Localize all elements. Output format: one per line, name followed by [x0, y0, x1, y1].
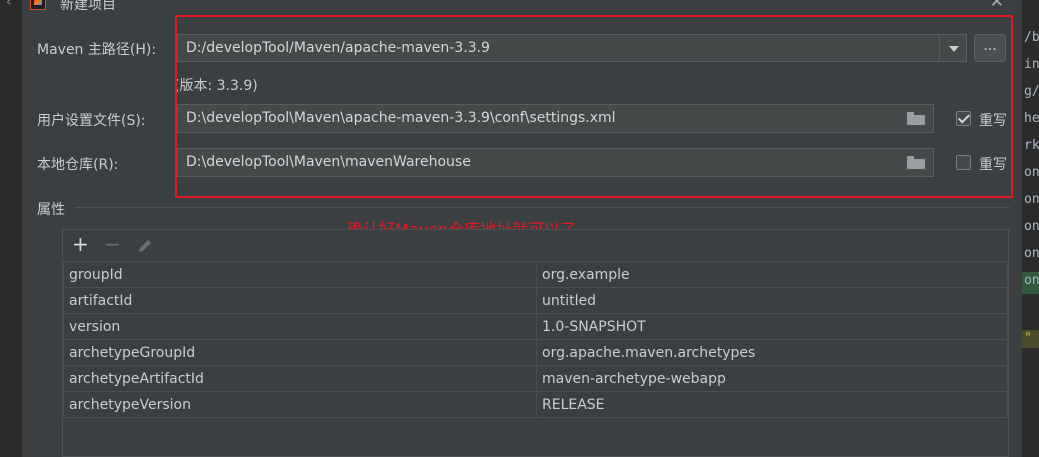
- property-key[interactable]: archetypeVersion: [63, 391, 537, 418]
- table-row[interactable]: archetypeArtifactId maven-archetype-webap…: [63, 365, 1008, 392]
- red-highlight-box: [175, 15, 1013, 198]
- settings-file-label: 用户设置文件(S):: [37, 113, 146, 129]
- properties-panel: + − groupId org.example artifactId untitled…: [62, 229, 1009, 457]
- code-fragment: on: [1024, 165, 1039, 180]
- property-key[interactable]: groupId: [63, 261, 537, 288]
- title-bar: 新建项目 ✕: [22, 0, 1022, 13]
- table-row[interactable]: archetypeVersion RELEASE: [63, 391, 1008, 418]
- intellij-app-icon: [30, 0, 46, 10]
- remove-icon[interactable]: −: [104, 232, 121, 256]
- code-fragment: on: [1024, 246, 1039, 261]
- properties-section-label: 属性: [37, 202, 65, 218]
- local-repo-label: 本地仓库(R):: [37, 157, 119, 173]
- code-fragment: in: [1024, 57, 1039, 72]
- background-editor: /b in g/he rk on on on on on ": [1022, 0, 1039, 457]
- code-fragment: /b: [1024, 30, 1039, 45]
- table-row[interactable]: artifactId untitled: [63, 287, 1008, 314]
- code-fragment: on: [1024, 273, 1039, 288]
- property-value[interactable]: untitled: [536, 287, 1008, 314]
- property-value[interactable]: RELEASE: [536, 391, 1008, 418]
- properties-table: groupId org.example artifactId untitled vers…: [63, 261, 1008, 418]
- property-key[interactable]: archetypeGroupId: [63, 339, 537, 366]
- code-fragment: ": [1024, 331, 1032, 346]
- code-fragment: rk: [1024, 138, 1039, 153]
- code-fragment: he: [1024, 111, 1039, 126]
- code-fragment: g/: [1024, 84, 1039, 99]
- maven-home-label: Maven 主路径(H):: [37, 42, 157, 58]
- code-fragment: on: [1024, 219, 1039, 234]
- add-icon[interactable]: +: [72, 232, 89, 256]
- section-divider: [75, 207, 1010, 208]
- property-value[interactable]: org.apache.maven.archetypes: [536, 339, 1008, 366]
- table-row[interactable]: groupId org.example: [63, 261, 1008, 288]
- property-key[interactable]: archetypeArtifactId: [63, 365, 537, 392]
- property-value[interactable]: 1.0-SNAPSHOT: [536, 313, 1008, 340]
- table-row[interactable]: version 1.0-SNAPSHOT: [63, 313, 1008, 340]
- pencil-icon[interactable]: [136, 236, 154, 260]
- chevron-left-icon[interactable]: ‹: [6, 0, 12, 10]
- close-icon[interactable]: ✕: [990, 0, 1004, 12]
- code-fragment: on: [1024, 192, 1039, 207]
- property-key[interactable]: version: [63, 313, 537, 340]
- table-row[interactable]: archetypeGroupId org.apache.maven.archety…: [63, 339, 1008, 366]
- property-key[interactable]: artifactId: [63, 287, 537, 314]
- new-project-dialog: 新建项目 ✕ Maven 主路径(H): D:/developTool/Mave…: [22, 0, 1022, 457]
- properties-toolbar: + −: [63, 230, 1008, 260]
- property-value[interactable]: maven-archetype-webapp: [536, 365, 1008, 392]
- dialog-title: 新建项目: [60, 0, 116, 13]
- property-value[interactable]: org.example: [536, 261, 1008, 288]
- left-gutter: ‹: [0, 0, 23, 457]
